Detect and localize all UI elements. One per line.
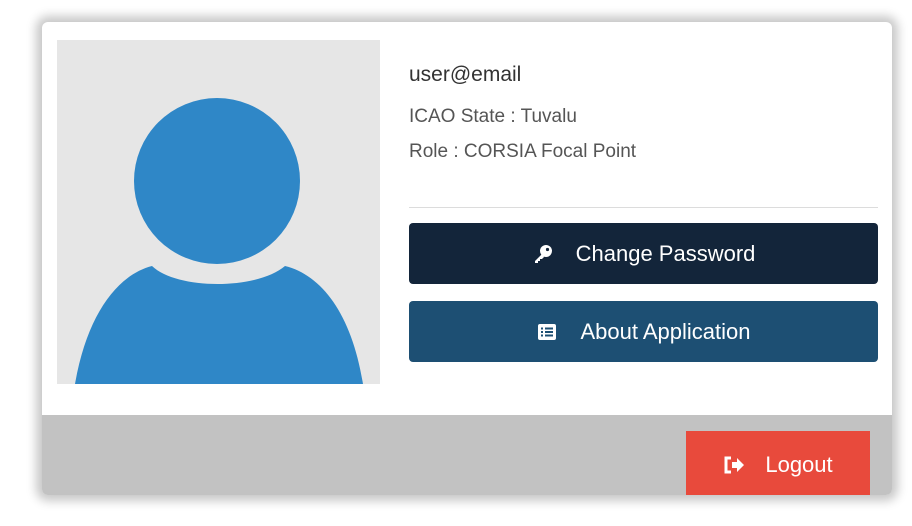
user-profile-card: user@email ICAO State : Tuvalu Role : CO… <box>42 22 892 495</box>
change-password-button[interactable]: Change Password <box>409 223 878 284</box>
about-application-button[interactable]: About Application <box>409 301 878 362</box>
change-password-label: Change Password <box>575 240 756 266</box>
logout-button[interactable]: Logout <box>686 431 870 495</box>
list-icon <box>536 321 558 343</box>
page-background: user@email ICAO State : Tuvalu Role : CO… <box>0 0 912 526</box>
avatar <box>57 40 380 384</box>
user-info: user@email ICAO State : Tuvalu Role : CO… <box>409 60 878 165</box>
card-footer: Logout <box>42 415 892 495</box>
user-email: user@email <box>409 63 522 86</box>
user-role: Role : CORSIA Focal Point <box>409 141 637 162</box>
sign-out-icon <box>723 454 745 476</box>
key-icon <box>532 243 554 265</box>
logout-label: Logout <box>765 452 833 477</box>
icao-state: ICAO State : Tuvalu <box>409 106 577 127</box>
divider <box>409 207 878 208</box>
user-silhouette-icon <box>75 98 363 384</box>
about-application-label: About Application <box>580 318 751 344</box>
